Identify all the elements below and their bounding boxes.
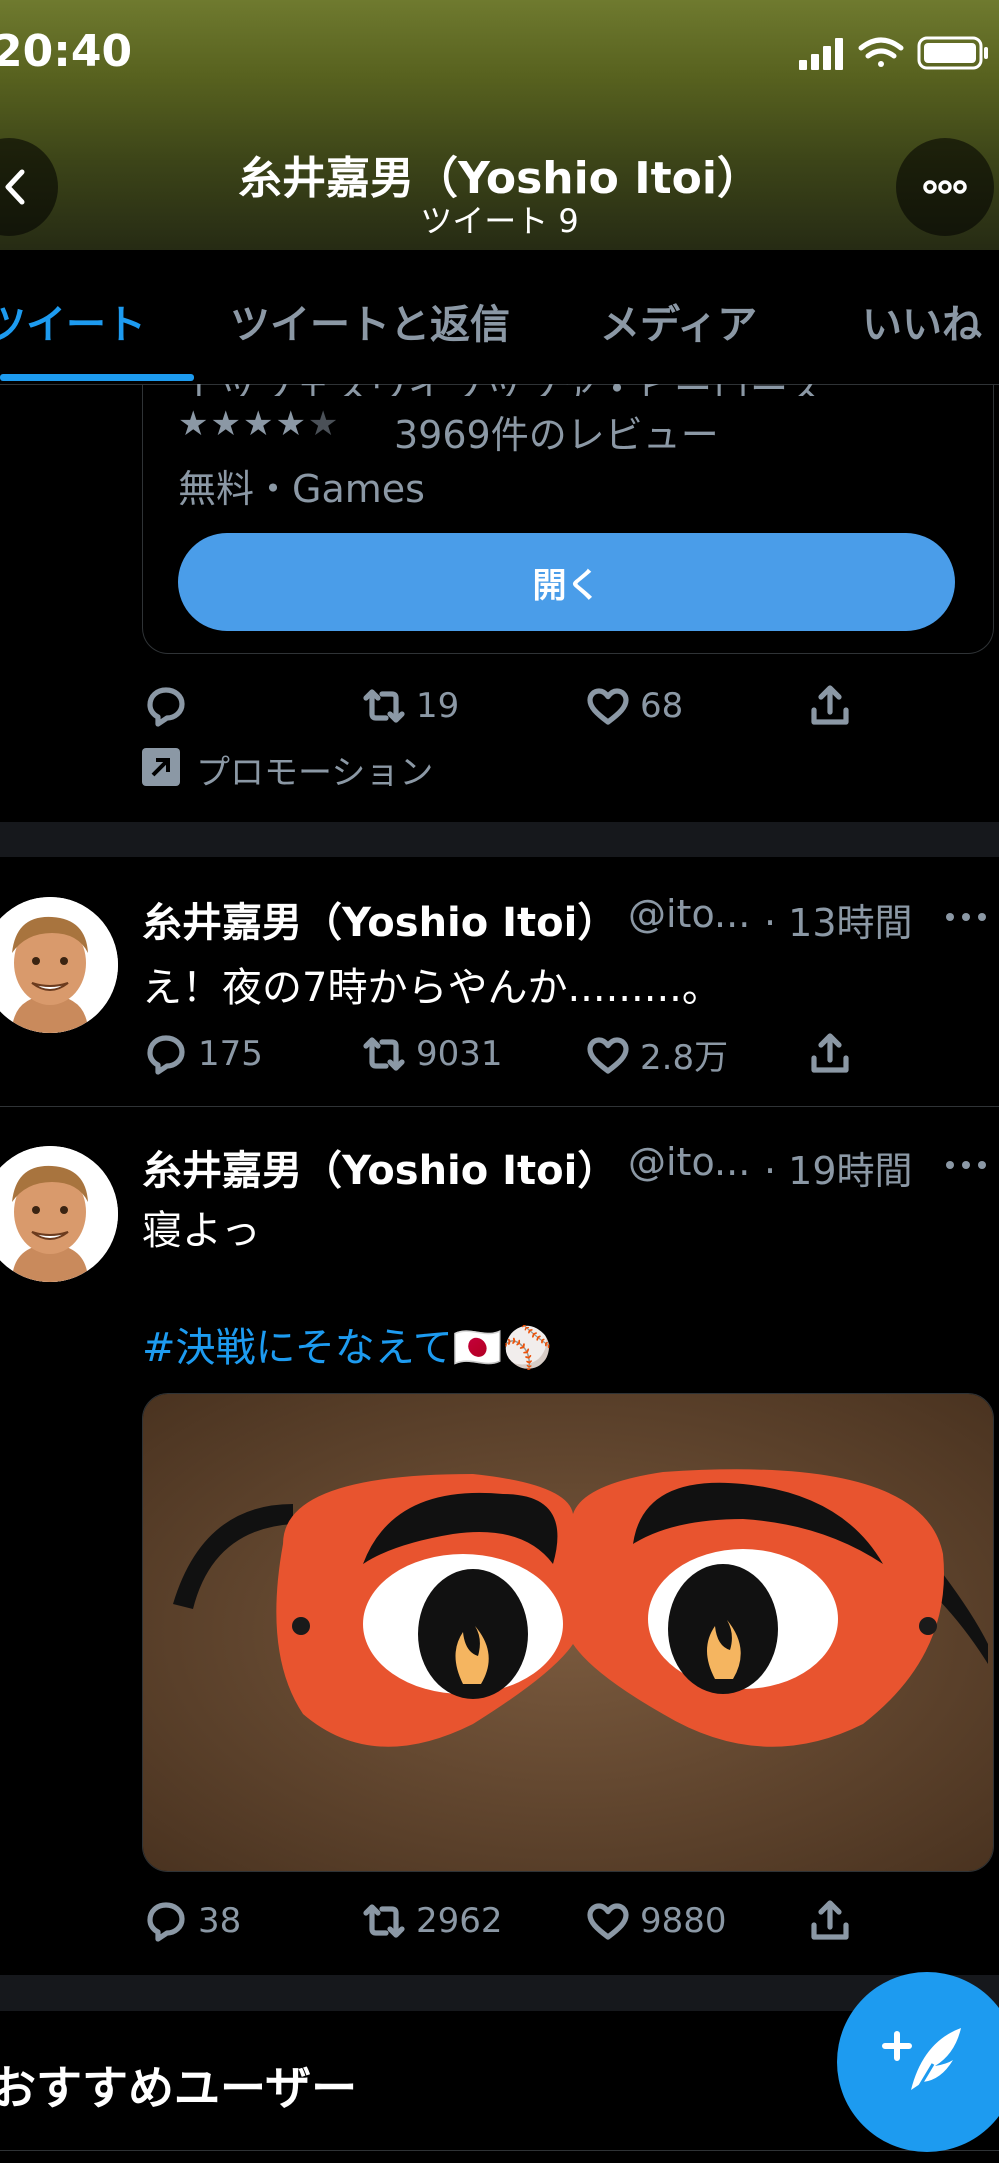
compose-tweet-button[interactable] xyxy=(837,1972,999,2152)
reply-icon xyxy=(147,1035,185,1075)
retweet-count: 2962 xyxy=(416,1901,503,1941)
retweet-icon xyxy=(363,1904,405,1938)
tweet-author-handle[interactable]: @ito... xyxy=(628,892,750,936)
avatar-image xyxy=(0,1146,118,1282)
more-options-button[interactable] xyxy=(896,138,994,236)
like-count: 68 xyxy=(640,686,684,726)
tweet-media-image[interactable] xyxy=(142,1393,994,1872)
retweet-icon xyxy=(363,689,405,723)
battery-icon xyxy=(917,36,988,70)
reply-icon xyxy=(147,687,185,727)
header-tweet-count: ツイート 9 xyxy=(420,202,579,240)
recommended-users-title: おすすめユーザー xyxy=(0,2061,358,2115)
compose-feather-icon xyxy=(882,2028,961,2095)
share-button[interactable] xyxy=(806,1030,854,1078)
retweet-button[interactable]: 2962 xyxy=(360,1897,503,1945)
reply-button[interactable] xyxy=(142,682,190,730)
like-button[interactable]: 9880 xyxy=(584,1897,727,1945)
tweet-timestamp[interactable]: · 19時間 xyxy=(764,1140,913,1195)
share-icon xyxy=(811,685,849,725)
reply-icon xyxy=(147,1902,185,1942)
hashtag-link[interactable]: #決戦にそなえて xyxy=(142,1325,453,1371)
reply-count: 175 xyxy=(198,1034,263,1074)
avatar[interactable] xyxy=(0,1146,118,1282)
tweet-separator xyxy=(0,1106,999,1107)
reply-button[interactable]: 38 xyxy=(142,1897,241,1945)
status-icons xyxy=(799,36,988,70)
retweet-count: 19 xyxy=(416,686,460,726)
ellipsis-icon xyxy=(923,180,967,194)
share-icon xyxy=(811,1033,849,1073)
like-button[interactable]: 68 xyxy=(584,682,683,730)
promoted-icon xyxy=(142,748,180,786)
heart-icon xyxy=(587,1903,629,1940)
like-button[interactable]: 2.8万 xyxy=(584,1030,728,1079)
open-app-button[interactable]: 開く xyxy=(178,533,955,631)
active-tab-indicator xyxy=(0,374,194,381)
like-count: 2.8万 xyxy=(640,1038,729,1078)
signal-icon xyxy=(799,38,843,70)
review-count: 3969件のレビュー xyxy=(394,413,719,457)
avatar-image xyxy=(0,897,118,1033)
app-title-cut: エッフェスワイフッファ・ヒーローズ xyxy=(180,384,824,396)
tweet-author-name[interactable]: 糸井嘉男（Yoshio Itoi） xyxy=(142,890,617,948)
tab-likes[interactable]: いいね xyxy=(862,292,982,350)
tweet-hashtag-line: #決戦にそなえて🇯🇵⚾ xyxy=(142,1315,552,1373)
rating-stars: ★★★★★ xyxy=(178,404,341,444)
retweet-button[interactable]: 19 xyxy=(360,682,459,730)
promotion-label: プロモーション xyxy=(196,753,434,793)
like-count: 9880 xyxy=(640,1901,727,1941)
tweet-timestamp[interactable]: · 13時間 xyxy=(764,892,913,947)
tweet-author-handle[interactable]: @ito... xyxy=(628,1140,750,1184)
tweet-text: え！夜の7時からやんか.........。 xyxy=(142,965,722,1011)
avatar[interactable] xyxy=(0,897,118,1033)
share-icon xyxy=(811,1900,849,1940)
wifi-icon xyxy=(858,37,904,67)
reply-button[interactable]: 175 xyxy=(142,1030,263,1078)
reply-count: 38 xyxy=(198,1901,242,1941)
share-button[interactable] xyxy=(806,682,854,730)
section-divider xyxy=(0,822,999,857)
app-price-category: 無料・Games xyxy=(178,467,425,511)
tab-media[interactable]: メディア xyxy=(600,292,757,350)
tab-tweets[interactable]: ツイート xyxy=(0,292,146,350)
tweet-emoji: 🇯🇵⚾ xyxy=(452,1325,553,1371)
tweet-author-name[interactable]: 糸井嘉男（Yoshio Itoi） xyxy=(142,1138,617,1196)
tweet-text: 寝よっ xyxy=(142,1208,261,1254)
status-time: 20:40 xyxy=(0,26,133,77)
heart-icon xyxy=(587,1036,629,1074)
retweet-count: 9031 xyxy=(416,1034,503,1074)
sleep-mask-photo xyxy=(143,1394,993,1871)
tab-tweets-and-replies[interactable]: ツイートと返信 xyxy=(230,292,510,350)
share-button[interactable] xyxy=(806,1897,854,1945)
retweet-icon xyxy=(363,1037,405,1071)
tweet-more-icon[interactable] xyxy=(944,1159,988,1171)
tweet-more-icon[interactable] xyxy=(944,911,988,923)
retweet-button[interactable]: 9031 xyxy=(360,1030,503,1078)
heart-icon xyxy=(587,688,629,725)
